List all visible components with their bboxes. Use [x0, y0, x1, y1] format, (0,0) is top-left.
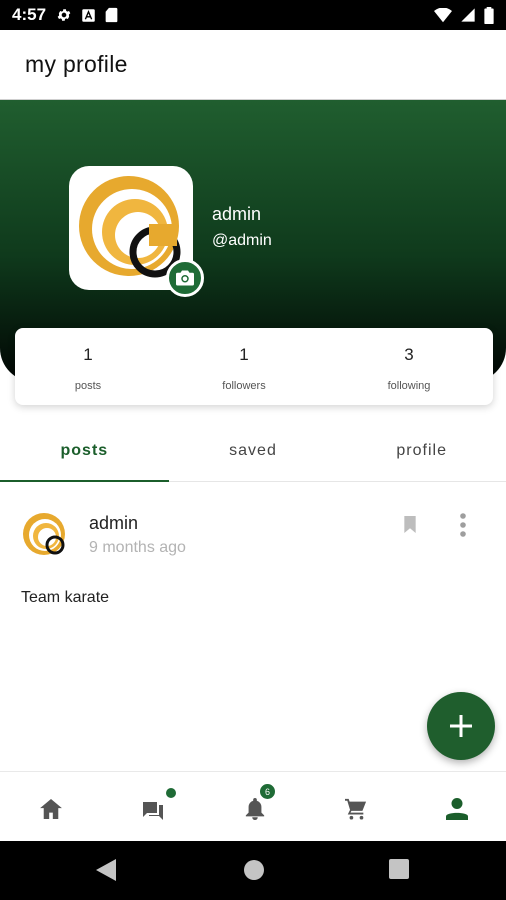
sd-card-icon [105, 7, 118, 23]
system-recents-button[interactable] [389, 859, 409, 884]
status-icons-right [434, 6, 494, 24]
profile-name: admin [212, 204, 262, 224]
nav-home[interactable] [36, 794, 66, 824]
bottom-nav: 6 [0, 771, 506, 841]
stat-label: followers [222, 380, 266, 392]
chat-notification-dot [166, 788, 176, 798]
home-icon [40, 799, 62, 819]
post-text: Team karate [21, 589, 110, 606]
status-time: 4:57 [12, 5, 47, 24]
rings-logo-icon [23, 513, 65, 555]
add-post-button[interactable] [427, 692, 495, 760]
wifi-icon [434, 7, 452, 22]
post-avatar[interactable] [21, 511, 69, 559]
profile-handle: @admin [212, 232, 272, 249]
status-icons-left [56, 7, 118, 23]
status-bar: 4:57 [0, 0, 506, 30]
post-author[interactable]: admin [89, 513, 138, 534]
stat-label: following [387, 380, 431, 392]
page-title: my profile [25, 51, 128, 77]
tab-saved[interactable]: saved [169, 420, 338, 481]
bookmark-button[interactable] [403, 516, 417, 538]
recents-icon [389, 859, 409, 879]
gear-icon [57, 9, 71, 21]
nav-notifications[interactable]: 6 [240, 784, 275, 824]
stat-label: posts [74, 380, 102, 392]
tab-profile[interactable]: profile [337, 420, 506, 481]
stat-value: 1 [239, 345, 249, 364]
camera-icon [176, 270, 194, 286]
profile-tabs: posts saved profile [0, 420, 506, 482]
signal-icon [461, 8, 475, 22]
nav-chat[interactable] [138, 788, 176, 824]
nav-profile[interactable] [442, 794, 472, 824]
change-avatar-button[interactable] [166, 259, 204, 297]
app-bar: my profile [0, 30, 506, 100]
cart-icon [345, 798, 367, 820]
notification-badge: 6 [260, 784, 275, 799]
back-icon [96, 859, 116, 881]
more-vert-icon [460, 513, 466, 537]
tab-posts[interactable]: posts [0, 420, 169, 482]
person-icon [446, 798, 468, 820]
profile-screen: 4:57 my profile admin @admin 1 posts 1 f… [0, 0, 506, 900]
more-options-button[interactable] [453, 512, 473, 543]
plus-icon [450, 715, 472, 737]
system-nav-bar [0, 841, 506, 900]
battery-icon [484, 6, 494, 24]
bell-icon [245, 798, 265, 820]
stat-value: 1 [83, 345, 93, 364]
post-time: 9 months ago [89, 539, 186, 556]
system-home-button[interactable] [243, 859, 265, 886]
chat-icon [143, 802, 163, 820]
bookmark-icon [404, 516, 416, 533]
nav-cart[interactable] [341, 794, 371, 824]
a-icon [82, 8, 95, 22]
system-back-button[interactable] [96, 859, 116, 886]
home-circle-icon [244, 860, 264, 880]
stat-value: 3 [404, 345, 414, 364]
stats-card: 1 posts 1 followers 3 following [15, 328, 493, 405]
